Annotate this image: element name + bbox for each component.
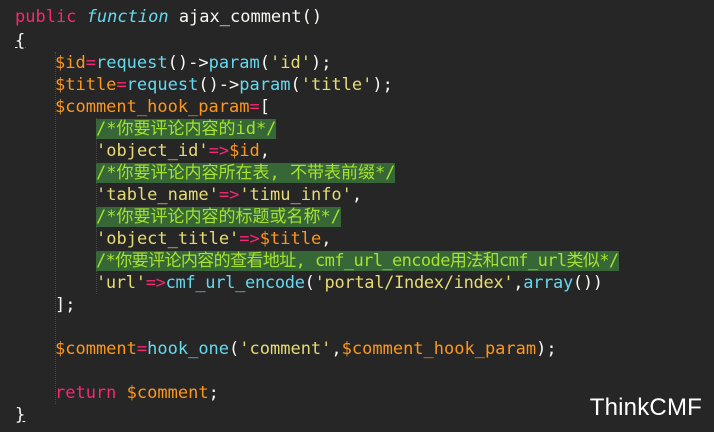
- punct: (: [304, 273, 315, 293]
- punct: ()): [572, 273, 603, 293]
- punct: ];: [55, 295, 76, 315]
- variable: $title: [259, 229, 322, 249]
- punct: (: [229, 339, 240, 359]
- function-call: request: [126, 75, 199, 95]
- variable: $comment: [126, 383, 209, 403]
- string: 'table_name': [96, 185, 219, 205]
- string: 'portal/Index/index': [314, 273, 514, 293]
- code-line-4: $title=request()->param('title');: [55, 74, 393, 96]
- code-line-13: 'url'=>cmf_url_encode('portal/Index/inde…: [96, 272, 603, 294]
- close-brace: }: [15, 405, 26, 425]
- code-line-5: $comment_hook_param=[: [55, 96, 270, 118]
- keyword-function: function: [86, 7, 169, 27]
- punct: (: [259, 53, 271, 73]
- operator: =: [249, 97, 260, 117]
- string: 'timu_info': [239, 185, 352, 205]
- function-call: param: [239, 75, 291, 95]
- punct: (: [290, 75, 301, 95]
- punct: ,: [351, 185, 363, 205]
- operator: =: [116, 75, 127, 95]
- code-line-19: }: [15, 404, 25, 426]
- code-line-9: 'table_name'=>'timu_info',: [96, 184, 362, 206]
- function-call: hook_one: [147, 339, 230, 359]
- function-call: array: [523, 273, 573, 293]
- variable: $id: [55, 53, 86, 73]
- code-line-14: ];: [55, 294, 75, 316]
- function-name: ajax_comment: [178, 7, 302, 27]
- paren: (): [301, 7, 323, 27]
- punct: ;: [208, 383, 219, 403]
- open-brace: {: [15, 31, 26, 51]
- variable: $comment_hook_param: [341, 339, 537, 359]
- punct: ,: [331, 339, 342, 359]
- punct: ,: [321, 229, 332, 249]
- variable: $id: [229, 141, 260, 161]
- comment: /*你要评论内容的查看地址, cmf_url_encode用法和cmf_url类…: [96, 251, 619, 271]
- function-call: request: [95, 53, 168, 73]
- code-line-12: /*你要评论内容的查看地址, cmf_url_encode用法和cmf_url类…: [96, 250, 619, 272]
- code-line-8: /*你要评论内容所在表, 不带表前缀*/: [96, 162, 396, 184]
- code-line-18: return $comment;: [55, 382, 219, 404]
- operator: =>: [239, 229, 260, 249]
- code-editor[interactable]: public function ajax_comment() { $id=req…: [0, 0, 714, 432]
- operator: =>: [218, 185, 240, 205]
- operator: =>: [208, 141, 230, 161]
- string: 'object_title': [96, 229, 240, 249]
- punct: ,: [513, 273, 524, 293]
- string: 'title': [300, 75, 373, 95]
- punct: [: [259, 97, 270, 117]
- comment: /*你要评论内容的标题或名称*/: [96, 207, 341, 227]
- string: 'comment': [239, 339, 332, 359]
- function-call: param: [208, 53, 260, 73]
- comment: /*你要评论内容所在表, 不带表前缀*/: [96, 163, 396, 183]
- punct: ()->: [198, 75, 240, 95]
- operator: =: [136, 339, 148, 359]
- variable: $comment_hook_param: [55, 97, 250, 117]
- comment: /*你要评论内容的id*/: [96, 119, 277, 139]
- code-line-11: 'object_title'=>$title,: [96, 228, 331, 250]
- variable: $title: [55, 75, 117, 95]
- code-line-6: /*你要评论内容的id*/: [96, 118, 277, 140]
- punct: ,: [259, 141, 271, 161]
- punct: );: [536, 339, 557, 359]
- keyword-public: public: [15, 7, 77, 27]
- string: 'url': [96, 273, 146, 293]
- variable: $comment: [55, 339, 137, 359]
- code-line-1: public function ajax_comment(): [15, 6, 322, 28]
- punct: );: [310, 53, 332, 73]
- code-line-3: $id=request()->param('id');: [55, 52, 331, 74]
- punct: );: [372, 75, 393, 95]
- code-line-16: $comment=hook_one('comment',$comment_hoo…: [55, 338, 557, 360]
- string: 'id': [270, 53, 311, 73]
- code-line-2: {: [15, 30, 25, 52]
- operator: =: [85, 53, 96, 73]
- watermark: ThinkCMF: [589, 394, 702, 421]
- code-line-10: /*你要评论内容的标题或名称*/: [96, 206, 341, 228]
- code-line-7: 'object_id'=>$id,: [96, 140, 270, 162]
- punct: ()->: [167, 53, 209, 73]
- function-call: cmf_url_encode: [165, 273, 305, 293]
- operator: =>: [145, 273, 166, 293]
- keyword-return: return: [55, 383, 117, 403]
- string: 'object_id': [96, 141, 209, 161]
